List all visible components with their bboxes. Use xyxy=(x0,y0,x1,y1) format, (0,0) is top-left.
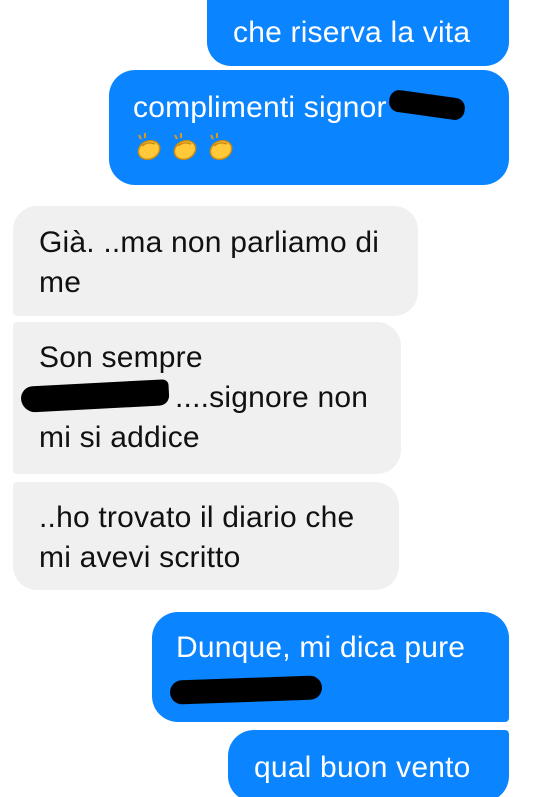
message-bubble-received[interactable]: Son sempre ....signore non mi si addice xyxy=(13,322,401,474)
clapping-hands-icon xyxy=(205,131,235,172)
redacted-name xyxy=(169,675,323,705)
message-bubble-sent[interactable]: qual buon vento xyxy=(228,730,509,797)
message-text: mi si addice xyxy=(39,421,200,454)
message-bubble-sent[interactable]: complimenti signor xyxy=(109,70,509,185)
redacted-text xyxy=(20,379,170,413)
emoji-row xyxy=(133,130,509,172)
message-bubble-sent[interactable]: Dunque, mi dica pure xyxy=(152,612,509,722)
clapping-hands-icon xyxy=(169,131,199,172)
message-text: ..ho trovato il diario che xyxy=(39,501,355,534)
message-text: che riserva la vita xyxy=(233,16,471,49)
message-text: mi avevi scritto xyxy=(39,541,241,574)
clapping-hands-icon xyxy=(133,131,163,172)
message-text: Dunque, mi dica pure xyxy=(176,631,466,664)
redacted-name xyxy=(387,88,466,122)
message-text: Già. ..ma non parliamo di xyxy=(39,226,380,259)
message-text: me xyxy=(39,266,82,299)
message-bubble-received[interactable]: ..ho trovato il diario che mi avevi scri… xyxy=(13,482,399,590)
message-bubble-received[interactable]: Già. ..ma non parliamo di me xyxy=(13,206,418,316)
message-text: complimenti signor xyxy=(133,91,387,124)
message-text: Son sempre xyxy=(39,341,203,374)
message-text: ....signore non xyxy=(175,381,369,414)
message-text: qual buon vento xyxy=(254,751,471,784)
message-bubble-sent[interactable]: che riserva la vita xyxy=(207,0,509,66)
